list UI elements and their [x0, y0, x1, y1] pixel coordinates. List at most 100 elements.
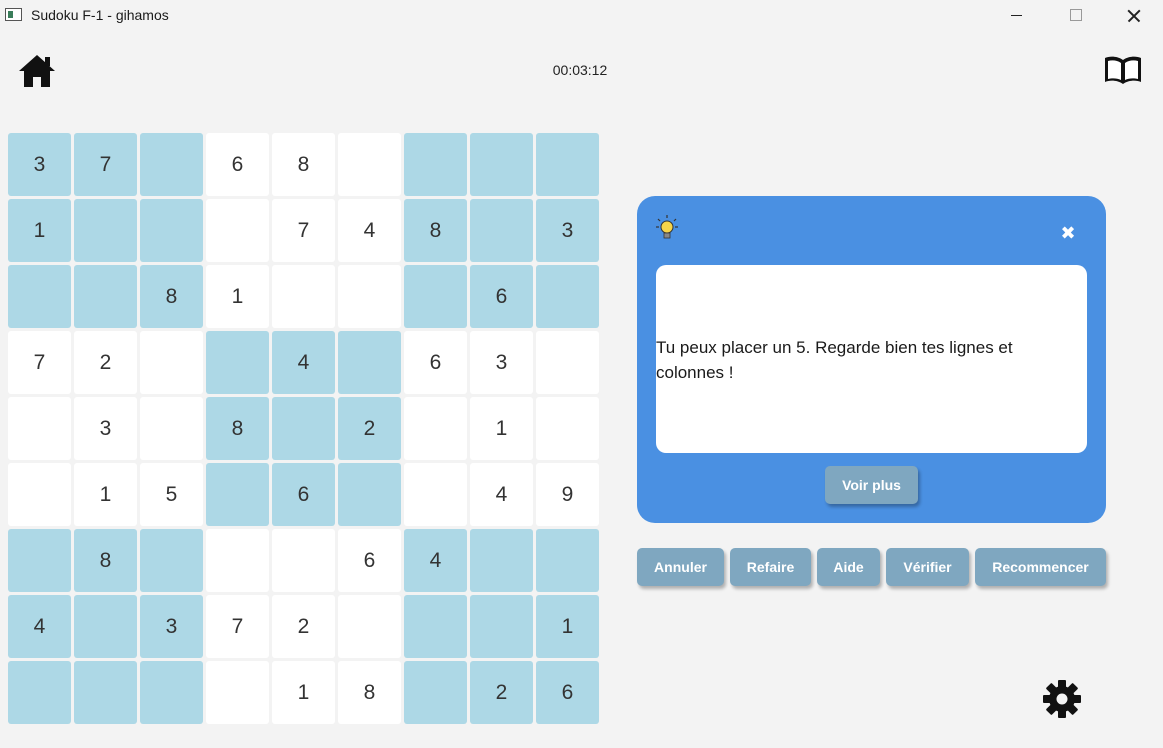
sudoku-cell-r5c8[interactable]: 1	[470, 397, 533, 460]
sudoku-cell-r3c8[interactable]: 6	[470, 265, 533, 328]
sudoku-cell-r9c7[interactable]	[404, 661, 467, 724]
sudoku-cell-r1c6[interactable]	[338, 133, 401, 196]
sudoku-cell-r6c3[interactable]: 5	[140, 463, 203, 526]
sudoku-cell-r1c5[interactable]: 8	[272, 133, 335, 196]
sudoku-cell-r8c7[interactable]	[404, 595, 467, 658]
sudoku-cell-r6c2[interactable]: 1	[74, 463, 137, 526]
sudoku-cell-r7c9[interactable]	[536, 529, 599, 592]
minimize-button[interactable]	[994, 0, 1040, 32]
restart-button[interactable]: Recommencer	[975, 548, 1106, 586]
sudoku-cell-r8c6[interactable]	[338, 595, 401, 658]
sudoku-cell-r3c1[interactable]	[8, 265, 71, 328]
sudoku-cell-r1c7[interactable]	[404, 133, 467, 196]
title-bar: Sudoku F-1 - gihamos	[0, 0, 1163, 32]
sudoku-cell-r5c1[interactable]	[8, 397, 71, 460]
sudoku-cell-r1c1[interactable]: 3	[8, 133, 71, 196]
sudoku-cell-r4c8[interactable]: 3	[470, 331, 533, 394]
sudoku-cell-r9c2[interactable]	[74, 661, 137, 724]
sudoku-cell-r3c4[interactable]: 1	[206, 265, 269, 328]
close-hint-button[interactable]: ✖	[1058, 223, 1078, 243]
sudoku-cell-r7c5[interactable]	[272, 529, 335, 592]
sudoku-cell-r4c6[interactable]	[338, 331, 401, 394]
sudoku-cell-r1c9[interactable]	[536, 133, 599, 196]
sudoku-cell-r8c1[interactable]: 4	[8, 595, 71, 658]
sudoku-cell-r9c1[interactable]	[8, 661, 71, 724]
sudoku-cell-r7c7[interactable]: 4	[404, 529, 467, 592]
sudoku-cell-r4c9[interactable]	[536, 331, 599, 394]
home-icon[interactable]	[17, 52, 57, 90]
sudoku-cell-r9c4[interactable]	[206, 661, 269, 724]
sudoku-cell-r5c5[interactable]	[272, 397, 335, 460]
sudoku-cell-r5c3[interactable]	[140, 397, 203, 460]
sudoku-cell-r7c4[interactable]	[206, 529, 269, 592]
sudoku-cell-r2c1[interactable]: 1	[8, 199, 71, 262]
close-window-button[interactable]	[1111, 0, 1157, 32]
sudoku-cell-r9c5[interactable]: 1	[272, 661, 335, 724]
sudoku-cell-r3c5[interactable]	[272, 265, 335, 328]
sudoku-cell-r4c4[interactable]	[206, 331, 269, 394]
sudoku-cell-r6c7[interactable]	[404, 463, 467, 526]
maximize-button[interactable]	[1052, 0, 1098, 32]
sudoku-cell-r2c3[interactable]	[140, 199, 203, 262]
sudoku-cell-r6c5[interactable]: 6	[272, 463, 335, 526]
sudoku-cell-r4c3[interactable]	[140, 331, 203, 394]
sudoku-cell-r7c1[interactable]	[8, 529, 71, 592]
hint-box: Tu peux placer un 5. Regarde bien tes li…	[656, 265, 1087, 453]
sudoku-cell-r8c5[interactable]: 2	[272, 595, 335, 658]
sudoku-cell-r4c2[interactable]: 2	[74, 331, 137, 394]
sudoku-cell-r7c2[interactable]: 8	[74, 529, 137, 592]
sudoku-cell-r3c7[interactable]	[404, 265, 467, 328]
sudoku-cell-r3c3[interactable]: 8	[140, 265, 203, 328]
sudoku-cell-r9c3[interactable]	[140, 661, 203, 724]
hint-panel: ✖ Tu peux placer un 5. Regarde bien tes …	[637, 196, 1106, 523]
sudoku-cell-r7c6[interactable]: 6	[338, 529, 401, 592]
sudoku-cell-r8c9[interactable]: 1	[536, 595, 599, 658]
sudoku-cell-r8c4[interactable]: 7	[206, 595, 269, 658]
sudoku-cell-r6c6[interactable]	[338, 463, 401, 526]
sudoku-cell-r5c6[interactable]: 2	[338, 397, 401, 460]
sudoku-grid: 37681748381672463382115649864437211826	[8, 133, 600, 725]
sudoku-cell-r2c9[interactable]: 3	[536, 199, 599, 262]
sudoku-cell-r4c5[interactable]: 4	[272, 331, 335, 394]
sudoku-cell-r3c2[interactable]	[74, 265, 137, 328]
redo-button[interactable]: Refaire	[730, 548, 811, 586]
sudoku-cell-r9c6[interactable]: 8	[338, 661, 401, 724]
sudoku-cell-r1c3[interactable]	[140, 133, 203, 196]
lightbulb-icon	[656, 215, 678, 241]
sudoku-cell-r9c9[interactable]: 6	[536, 661, 599, 724]
see-more-button[interactable]: Voir plus	[825, 466, 918, 504]
sudoku-cell-r1c2[interactable]: 7	[74, 133, 137, 196]
sudoku-cell-r1c4[interactable]: 6	[206, 133, 269, 196]
sudoku-cell-r4c7[interactable]: 6	[404, 331, 467, 394]
sudoku-cell-r2c4[interactable]	[206, 199, 269, 262]
check-button[interactable]: Vérifier	[886, 548, 969, 586]
sudoku-cell-r2c5[interactable]: 7	[272, 199, 335, 262]
sudoku-cell-r2c6[interactable]: 4	[338, 199, 401, 262]
sudoku-cell-r3c6[interactable]	[338, 265, 401, 328]
app-icon	[5, 8, 22, 21]
sudoku-cell-r2c8[interactable]	[470, 199, 533, 262]
sudoku-cell-r5c4[interactable]: 8	[206, 397, 269, 460]
gear-icon[interactable]	[1042, 679, 1082, 719]
sudoku-cell-r8c3[interactable]: 3	[140, 595, 203, 658]
sudoku-cell-r6c9[interactable]: 9	[536, 463, 599, 526]
sudoku-cell-r5c9[interactable]	[536, 397, 599, 460]
book-icon[interactable]	[1102, 52, 1144, 88]
help-button[interactable]: Aide	[817, 548, 880, 586]
sudoku-cell-r1c8[interactable]	[470, 133, 533, 196]
sudoku-cell-r6c1[interactable]	[8, 463, 71, 526]
sudoku-cell-r3c9[interactable]	[536, 265, 599, 328]
sudoku-cell-r2c7[interactable]: 8	[404, 199, 467, 262]
sudoku-cell-r4c1[interactable]: 7	[8, 331, 71, 394]
sudoku-cell-r2c2[interactable]	[74, 199, 137, 262]
sudoku-cell-r7c8[interactable]	[470, 529, 533, 592]
sudoku-cell-r6c4[interactable]	[206, 463, 269, 526]
sudoku-cell-r6c8[interactable]: 4	[470, 463, 533, 526]
sudoku-cell-r7c3[interactable]	[140, 529, 203, 592]
sudoku-cell-r5c2[interactable]: 3	[74, 397, 137, 460]
sudoku-cell-r5c7[interactable]	[404, 397, 467, 460]
sudoku-cell-r9c8[interactable]: 2	[470, 661, 533, 724]
sudoku-cell-r8c2[interactable]	[74, 595, 137, 658]
sudoku-cell-r8c8[interactable]	[470, 595, 533, 658]
undo-button[interactable]: Annuler	[637, 548, 724, 586]
